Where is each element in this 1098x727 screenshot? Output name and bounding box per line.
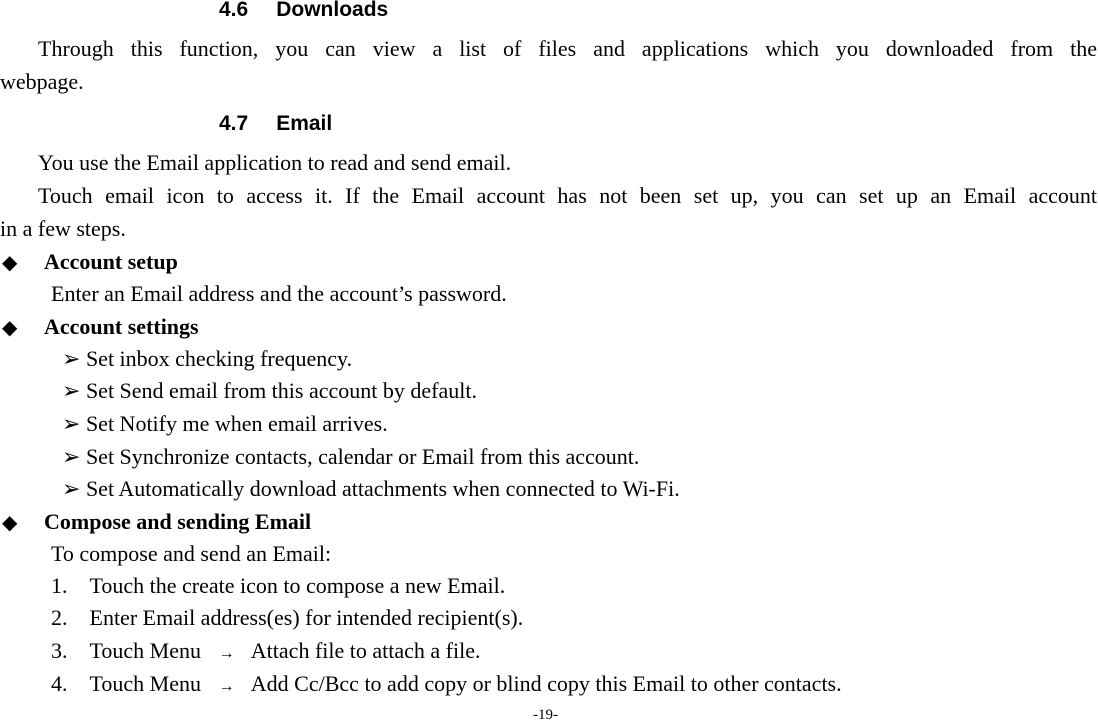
settings-item: ➢ Set inbox checking frequency. <box>62 346 353 371</box>
section-title: Email <box>276 112 333 135</box>
section-heading-downloads: 4.6 Downloads <box>219 0 388 22</box>
step-number: 4. <box>51 671 68 696</box>
arrow-bullet-icon: ➢ <box>62 476 81 501</box>
email-access-line2: in a few steps. <box>0 216 126 241</box>
arrow-bullet-icon: ➢ <box>62 346 81 371</box>
diamond-bullet-icon: ◆ <box>2 317 18 339</box>
compose-step: 3. Touch Menu → Attach file to attach a f… <box>51 635 480 670</box>
section-heading-email: 4.7 Email <box>219 112 332 136</box>
step-number: 2. <box>51 605 68 630</box>
compose-title: Compose and sending Email <box>44 509 312 534</box>
settings-item: ➢ Set Send email from this account by de… <box>62 378 477 403</box>
settings-item: ➢ Set Notify me when email arrives. <box>62 411 388 436</box>
arrow-bullet-icon: ➢ <box>62 444 81 469</box>
section-title: Downloads <box>276 0 389 21</box>
arrow-bullet-icon: ➢ <box>62 378 81 403</box>
account-settings-title: Account settings <box>44 314 199 339</box>
settings-item: ➢ Set Automatically download attachments… <box>62 476 680 501</box>
email-access-line1: Touch email icon to access it. If the Em… <box>38 183 1097 208</box>
step-number: 1. <box>51 573 68 598</box>
diamond-bullet-icon: ◆ <box>2 512 18 534</box>
account-setup-text: Enter an Email address and the account’s… <box>51 281 507 306</box>
step-number: 3. <box>51 638 68 663</box>
page-number: -19- <box>533 707 558 723</box>
downloads-paragraph-line2: webpage. <box>0 69 84 94</box>
compose-step: 2. Enter Email address(es) for intended r… <box>51 605 524 630</box>
section-number: 4.7 <box>219 112 249 135</box>
right-arrow-icon: → <box>218 645 235 662</box>
compose-intro: To compose and send an Email: <box>51 541 332 566</box>
diamond-bullet-icon: ◆ <box>2 252 18 274</box>
right-arrow-icon: → <box>218 678 235 695</box>
email-intro: You use the Email application to read an… <box>38 150 512 175</box>
downloads-paragraph-line1: Through this function, you can view a li… <box>38 36 1097 61</box>
section-number: 4.6 <box>219 0 249 21</box>
compose-step: 1. Touch the create icon to compose a new… <box>51 573 506 598</box>
settings-item: ➢ Set Synchronize contacts, calendar or … <box>62 444 640 469</box>
account-setup-title: Account setup <box>44 249 178 274</box>
arrow-bullet-icon: ➢ <box>62 411 81 436</box>
compose-step: 4. Touch Menu → Add Cc/Bcc to add copy or… <box>51 668 842 703</box>
